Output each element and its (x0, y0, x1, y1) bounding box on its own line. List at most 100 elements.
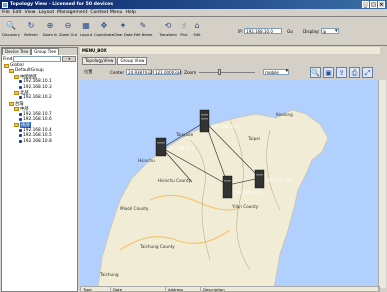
center-lat-input[interactable]: 24.9387032 (126, 69, 152, 75)
refresh-button[interactable]: ↻ Refresh (21, 19, 41, 44)
coordinate-button[interactable]: ✥ Coordinate (94, 19, 114, 44)
device-icon (19, 134, 22, 138)
folder-icon (14, 74, 19, 79)
edit-button[interactable]: ⌂ Edit (187, 19, 207, 44)
clear-data-button[interactable]: ✦ Clear Data (113, 19, 133, 44)
menu-view[interactable]: View (25, 10, 36, 15)
router-node-2[interactable] (155, 137, 167, 157)
tab-device-tree[interactable]: Device Tree (2, 48, 32, 55)
tree-device[interactable]: 192.168.10.6 (19, 117, 52, 122)
menu-management[interactable]: Management (57, 10, 87, 15)
zoom-out-button[interactable]: ⊖ Zoom Out (58, 19, 78, 44)
place-yilan-county: Yilan County (231, 204, 259, 209)
menu-context[interactable]: Context Menu (90, 10, 122, 15)
zoom-slider-thumb[interactable] (218, 69, 222, 75)
router-node-1[interactable] (199, 109, 210, 133)
left-pane: Device Tree Group Tree Find ▾ Global Defa… (1, 47, 78, 292)
place-taichung-county: Taichung County (139, 244, 175, 249)
zoom-tool-icon[interactable]: 🔍 (310, 67, 321, 78)
map-canvas: 192.168.10.1 192.168.10.2 192.168.10.3 1… (97, 109, 329, 288)
folder-icon (14, 91, 19, 95)
magnifier-icon: 🔍 (6, 21, 16, 30)
router-label-4: 192.168.10.5 (266, 178, 293, 183)
app-icon (2, 1, 8, 8)
tree-device[interactable]: 192.168.10.8 (19, 139, 52, 144)
tab-topology-view[interactable]: TopologyView (82, 57, 117, 65)
close-button[interactable]: × (378, 1, 385, 8)
router-label-3: 192.168.10.3 (234, 190, 261, 195)
tree-item-label: 192.168.10.3 (23, 84, 52, 90)
tree-item-label: 192.168.10.6 (23, 117, 52, 122)
menu-file[interactable]: File (2, 10, 10, 15)
refresh-icon: ↻ (27, 21, 35, 30)
center-label: Center (110, 69, 125, 75)
pen-icon: ✎ (139, 21, 147, 30)
tab-group-tree[interactable]: Group Tree (31, 48, 60, 55)
group-tree: Global DefaultGroup 中國地區 192.168.10.1 192.16… (2, 63, 77, 263)
menu-edit[interactable]: Edit (13, 10, 22, 15)
edit-icon: ⌂ (194, 21, 200, 30)
broom-icon: ✦ (119, 21, 127, 30)
topology-map[interactable]: 192.168.10.1 192.168.10.2 192.168.10.3 1… (80, 80, 378, 288)
tree-device[interactable]: 192.168.10.1 (19, 79, 52, 84)
log-col-date: Date (111, 287, 166, 292)
zoom-slider[interactable] (199, 69, 256, 75)
device-icon (19, 118, 22, 121)
device-icon (19, 96, 22, 100)
display-select-group: Display: ip (303, 28, 339, 34)
device-icon (19, 112, 22, 116)
tree-item-label: 192.168.10.2 (23, 95, 52, 101)
ip-input[interactable]: 192.168.10.0 (244, 28, 283, 34)
edit-name-button[interactable]: ✎ Edit Name (133, 19, 153, 44)
tree-item-label: 192.168.10.7 (23, 111, 52, 117)
place-taichung: Taichung (99, 272, 119, 277)
tree-device[interactable]: 192.168.10.7 (19, 112, 52, 117)
layout-button[interactable]: ▦ Layout (76, 19, 96, 44)
map-label: 位置 (84, 69, 93, 74)
window-title: Topology View - Licensed for 50 devices (10, 2, 114, 7)
folder-icon (9, 101, 14, 106)
device-icon (19, 139, 22, 143)
router-label-1: 192.168.10.1 (212, 124, 239, 129)
log-col-description: Description (201, 287, 379, 292)
map-type-select[interactable]: mobile ▾ (263, 69, 290, 75)
layout-icon: ▦ (82, 21, 90, 30)
tree-item-label: 192.168.10.5 (23, 133, 52, 139)
tree-item-label: DefaultGroup (15, 68, 44, 74)
zoom-out-icon: ⊖ (64, 21, 72, 30)
log-col-address: Address (166, 287, 201, 292)
export-icon[interactable]: ⇪ (336, 67, 347, 78)
ip-search: IP: 192.168.10.0 Go (238, 28, 293, 34)
menu-bar: File Edit View Layout Management Context… (0, 9, 387, 17)
minimize-button[interactable]: _ (362, 1, 369, 8)
map-view-icon[interactable]: ▣ (323, 67, 334, 78)
center-lng-input[interactable]: 121.0000334 (153, 69, 182, 75)
tree-device[interactable]: 192.168.10.2 (19, 95, 52, 100)
device-icon (19, 85, 22, 89)
maximize-button[interactable]: □ (370, 1, 377, 8)
place-hsinchu: Hsinchu (138, 158, 155, 163)
tree-item-label: 192.168.10.1 (23, 79, 52, 85)
map-scrollbar[interactable] (378, 80, 386, 288)
tree-device[interactable]: 192.168.10.5 (19, 133, 52, 138)
menu-help[interactable]: Help (125, 10, 135, 15)
discovery-button[interactable]: 🔍 Discovery (1, 19, 21, 44)
display-select[interactable]: ip (320, 28, 339, 34)
tree-folder[interactable]: DefaultGroup (9, 68, 44, 73)
device-icon (19, 80, 22, 84)
place-hsinchu-county: Hsinchu County (158, 178, 192, 183)
find-input[interactable] (13, 56, 62, 62)
title-bar: Topology View - Licensed for 50 devices … (0, 0, 387, 9)
folder-icon (4, 63, 9, 68)
device-icon (19, 128, 22, 132)
menu-layout[interactable]: Layout (39, 10, 55, 15)
fit-icon[interactable]: ⤢ (362, 67, 373, 78)
go-button[interactable]: Go (287, 29, 293, 34)
find-button[interactable]: ▾ (62, 56, 76, 62)
print-icon[interactable]: ⎙ (349, 67, 360, 78)
router-node-4[interactable] (254, 169, 265, 189)
tree-device[interactable]: 192.168.10.3 (19, 85, 52, 90)
tab-group-view[interactable]: Group View (117, 57, 148, 65)
router-node-3[interactable] (222, 175, 233, 199)
zoom-in-button[interactable]: ⊕ Zoom In (40, 19, 60, 44)
